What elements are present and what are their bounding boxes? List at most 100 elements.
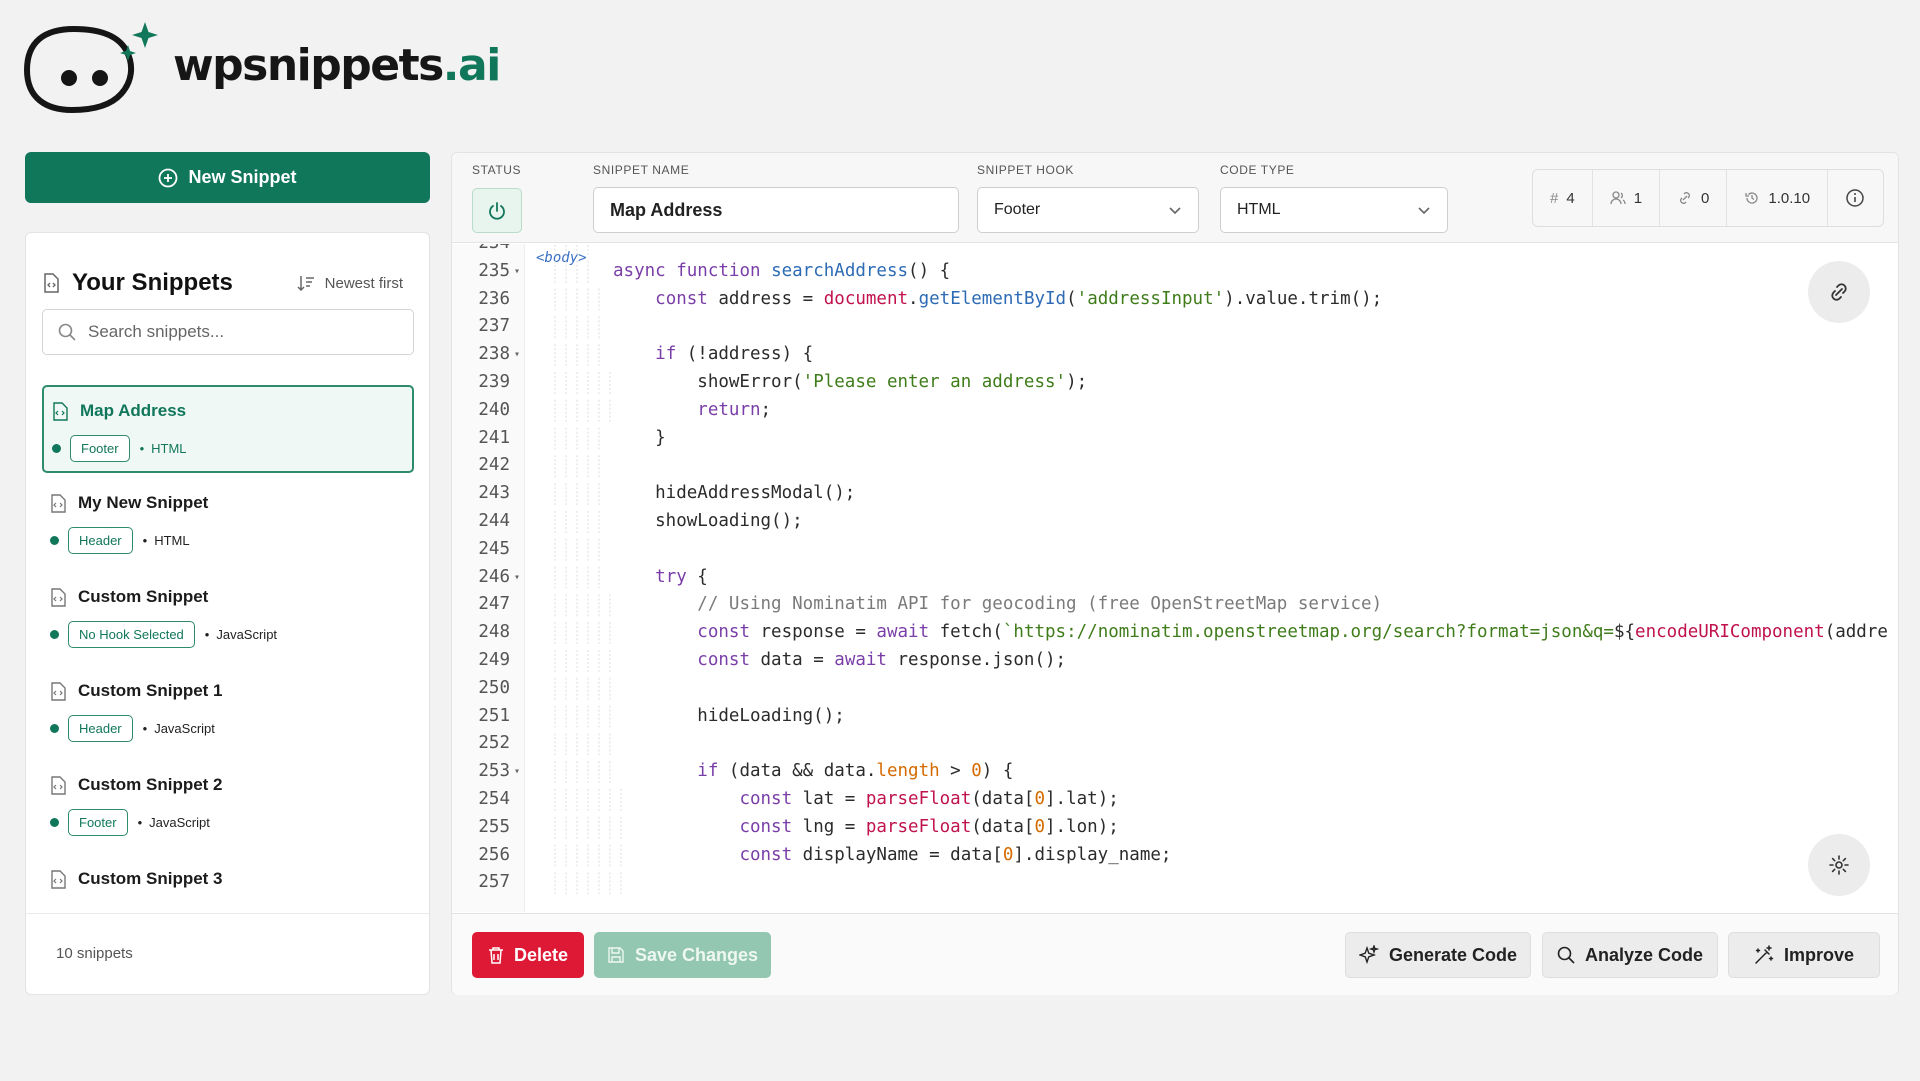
line-code: } [613,427,666,448]
analyze-code-button[interactable]: Analyze Code [1542,932,1718,978]
snippet-item-custom-snippet-3[interactable]: Custom Snippet 3 [42,855,414,905]
line-code: try { [655,566,708,587]
delete-button[interactable]: Delete [472,932,584,978]
improve-label: Improve [1783,944,1855,965]
new-snippet-button[interactable]: New Snippet [25,152,430,203]
file-code-icon [51,493,66,513]
snippet-name-row: Map Address [52,401,186,421]
code-line: 235 ▾ async function searchAddress() { [452,258,1898,286]
code-line: 250 [452,675,1898,703]
stat-hash: # 4 [1533,170,1593,226]
users-icon [1610,191,1626,205]
line-number: 243 [478,483,510,504]
link-icon [1680,192,1690,204]
line-number: 250 [478,677,510,698]
line-number: 249 [478,649,510,670]
power-icon [489,201,505,220]
chevron-down-icon [1169,207,1181,215]
line-code: showLoading(); [613,510,803,531]
snippet-name-row: Custom Snippet [50,587,208,607]
code-line: 255 const lng = parseFloat(data[0].lon); [452,814,1898,842]
snippet-item-custom-snippet[interactable]: Custom Snippet No Hook Selected • JavaSc… [42,573,414,661]
sidebar-header: Your Snippets Newest first [42,267,413,299]
save-changes-button[interactable]: Save Changes [594,932,771,978]
info-button[interactable] [1828,170,1882,226]
snippet-name: Custom Snippet [78,587,209,606]
sort-button[interactable]: Newest first [297,275,403,292]
hook-badge: Footer [70,435,130,462]
editor-settings-button[interactable] [1808,834,1870,896]
status-dot [50,630,59,639]
stat-users-value: 1 [1633,189,1643,207]
stat-links: 0 [1660,170,1728,226]
sort-label: Newest first [324,274,403,292]
line-number: 253 [478,761,510,782]
line-code: const lat = parseFloat(data[0].lat); [739,788,1119,809]
code-editor[interactable]: <body> 234235▾async function searchAddre… [452,244,1898,912]
snippet-hook-value: Footer [994,201,1041,218]
link-icon [1831,283,1847,301]
code-type-select[interactable]: HTML [1220,187,1448,233]
fold-toggle-icon[interactable]: ▾ [514,258,520,286]
snippet-name-label: SNIPPET NAME [593,163,690,177]
snippet-name-input[interactable] [593,187,959,233]
brand-suffix: .ai [442,40,502,91]
line-number: 234 [452,244,510,258]
snippet-hook-select[interactable]: Footer [977,187,1199,233]
copy-link-button[interactable] [1808,261,1870,323]
code-line: 256 const displayName = data[0].display_… [452,842,1898,870]
fold-toggle-icon[interactable]: ▾ [514,341,520,369]
sidebar-divider [26,913,429,914]
search-box[interactable] [42,309,414,355]
file-code-icon [53,401,68,421]
info-icon [1846,189,1864,207]
line-number: 246 [478,566,510,587]
line-code: const response = await fetch(`https://no… [697,622,1888,643]
code-line: 244 showLoading(); [452,508,1898,536]
code-line: 243 hideAddressModal(); [452,480,1898,508]
editor-toolbar: STATUS SNIPPET NAME SNIPPET HOOK Footer … [452,153,1898,243]
snippet-item-my-new-snippet[interactable]: My New Snippet Header • HTML [42,479,414,567]
code-type-label: HTML [151,441,187,456]
code-line: 246 ▾ try { [452,564,1898,592]
line-code: async function searchAddress() { [613,260,951,281]
brand-logo: wpsnippets.ai [24,20,502,115]
code-type-label: JavaScript [154,721,215,736]
status-toggle[interactable] [472,188,522,233]
code-line: 236 const address = document.getElementB… [452,286,1898,314]
code-line: 239 showError('Please enter an address')… [452,369,1898,397]
sparkles-icon [1358,945,1379,965]
line-number: 235 [478,260,510,281]
magic-wand-icon [1755,945,1774,964]
generate-code-button[interactable]: Generate Code [1345,932,1531,978]
line-number: 242 [478,455,510,476]
improve-button[interactable]: Improve [1728,932,1880,978]
line-code: // Using Nominatim API for geocoding (fr… [697,594,1383,615]
mascot-icon [24,22,158,114]
snippet-item-custom-snippet-2[interactable]: Custom Snippet 2 Footer • JavaScript [42,761,414,849]
line-number: 254 [478,788,510,809]
snippet-item-custom-snippet-1[interactable]: Custom Snippet 1 Header • JavaScript [42,667,414,755]
search-input[interactable] [88,322,388,342]
snippet-count: 10 snippets [56,945,133,962]
code-line: 251 hideLoading(); [452,703,1898,731]
search-icon [58,323,76,341]
save-label: Save Changes [634,944,759,965]
snippet-stats: # 4 1 0 1.0.10 [1532,169,1884,227]
code-line: 252 [452,730,1898,758]
code-line: 253 ▾ if (data && data.length > 0) { [452,758,1898,786]
sort-icon [297,276,314,291]
snippet-name-row: Custom Snippet 3 [50,869,223,889]
snippet-item-map-address[interactable]: Map Address Footer • HTML [42,385,414,473]
line-number: 244 [478,510,510,531]
stat-links-value: 0 [1701,189,1710,207]
code-line: 240 return; [452,397,1898,425]
analyze-label: Analyze Code [1584,944,1704,965]
code-type-label: JavaScript [216,627,278,642]
meta-separator: • [204,627,210,642]
fold-toggle-icon[interactable]: ▾ [514,758,520,786]
line-code: if (!address) { [655,344,814,365]
line-number: 247 [478,594,510,615]
code-line: 238 ▾ if (!address) { [452,341,1898,369]
fold-toggle-icon[interactable]: ▾ [514,564,520,592]
